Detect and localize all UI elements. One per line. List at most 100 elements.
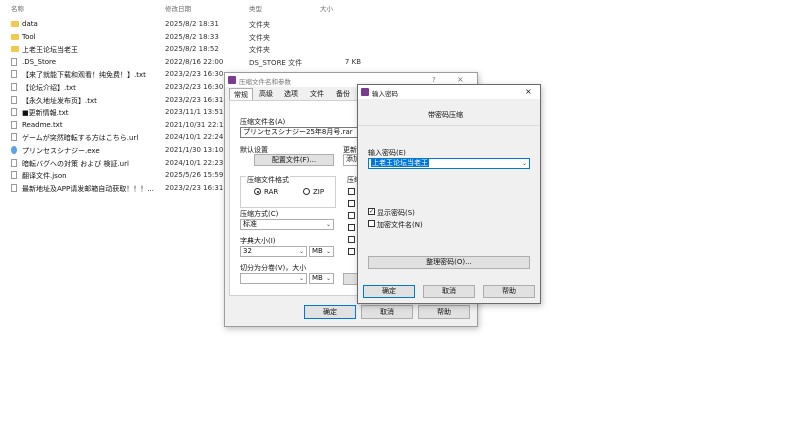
text-file-icon xyxy=(11,120,17,129)
text-file-icon xyxy=(11,95,17,104)
format-zip-radio[interactable] xyxy=(303,188,310,195)
file-name: Readme.txt xyxy=(22,120,63,129)
archive-name-input[interactable]: プリンセスシナジー25年8月号.rar xyxy=(240,127,360,138)
file-name: 上老王论坛当老王 xyxy=(22,46,78,55)
file-row[interactable]: 上老王论坛当老王 2025/8/2 18:52 文件夹 xyxy=(0,43,800,55)
tab-advanced[interactable]: 高级 xyxy=(255,88,277,100)
file-type: DS_STORE 文件 xyxy=(249,58,303,67)
file-row[interactable]: Tool 2025/8/2 18:33 文件夹 xyxy=(0,31,800,43)
dict-unit-select[interactable]: MB ⌄ xyxy=(309,246,334,257)
close-icon[interactable]: × xyxy=(525,87,532,96)
column-header-date[interactable]: 修改日期 xyxy=(165,3,191,13)
file-name: .DS_Store xyxy=(22,57,57,66)
format-zip-label[interactable]: ZIP xyxy=(313,188,324,196)
dict-select[interactable]: 32 ⌄ xyxy=(240,246,307,257)
password-dialog-titlebar[interactable]: 输入密码 × xyxy=(358,85,540,99)
file-row[interactable]: data 2025/8/2 18:31 文件夹 xyxy=(0,18,800,30)
divider xyxy=(358,125,540,126)
split-select[interactable]: ⌄ xyxy=(240,273,307,284)
encrypt-names-checkbox[interactable] xyxy=(368,220,375,227)
archive-cancel-button[interactable]: 取消 xyxy=(361,305,413,319)
archive-help-button[interactable]: 帮助 xyxy=(418,305,470,319)
column-header-size[interactable]: 大小 xyxy=(320,3,333,13)
show-password-checkbox[interactable]: ✓ xyxy=(368,208,375,215)
file-name: 【永久地址发布页】.txt xyxy=(22,96,97,105)
option-checkbox-1[interactable] xyxy=(348,188,355,195)
help-icon[interactable]: ? xyxy=(432,76,436,84)
file-date: 2024/10/1 22:23 xyxy=(165,158,224,167)
method-select[interactable]: 标准 ⌄ xyxy=(240,219,334,230)
password-ok-button[interactable]: 确定 xyxy=(363,285,415,298)
format-rar-radio[interactable] xyxy=(254,188,261,195)
option-checkbox-6[interactable] xyxy=(348,248,355,255)
close-icon[interactable]: × xyxy=(457,75,464,84)
format-rar-label[interactable]: RAR xyxy=(264,188,278,196)
dict-label: 字典大小(I) xyxy=(240,237,276,245)
file-name: ゲームが突然暗転する方はこちら.url xyxy=(22,134,139,143)
password-input[interactable]: 上老王论坛当老王 ⌄ xyxy=(368,158,530,169)
chevron-down-icon: ⌄ xyxy=(325,275,331,282)
dict-unit-value: MB xyxy=(312,247,323,255)
file-date: 2023/2/23 16:30 xyxy=(165,70,224,79)
file-size: 7 KB xyxy=(344,57,361,66)
password-help-button[interactable]: 帮助 xyxy=(483,285,535,298)
dict-value: 32 xyxy=(243,247,252,255)
file-date: 2023/2/23 16:30 xyxy=(165,83,224,91)
json-file-icon xyxy=(11,171,17,180)
chevron-down-icon: ⌄ xyxy=(298,248,304,255)
tab-options[interactable]: 选项 xyxy=(280,88,302,100)
chevron-down-icon: ⌄ xyxy=(521,160,527,167)
archive-dialog-title: 压缩文件名和参数 xyxy=(239,78,291,86)
option-checkbox-5[interactable] xyxy=(348,236,355,243)
folder-icon xyxy=(11,21,19,27)
file-name: Tool xyxy=(22,32,36,41)
option-checkbox-3[interactable] xyxy=(348,212,355,219)
file-date: 2025/8/2 18:31 xyxy=(165,20,219,28)
chevron-down-icon: ⌄ xyxy=(298,275,304,282)
file-name: 最新地址及APP请发邮箱自动获取！！！... xyxy=(22,184,154,193)
file-date: 2023/2/23 16:31 xyxy=(165,95,224,104)
tab-general[interactable]: 常规 xyxy=(229,88,253,100)
file-name: data xyxy=(22,20,38,28)
split-unit-select[interactable]: MB ⌄ xyxy=(309,273,334,284)
archive-name-label: 压缩文件名(A) xyxy=(240,118,286,126)
app-icon xyxy=(11,146,17,154)
method-value: 标准 xyxy=(243,220,257,228)
format-group-label: 压缩文件格式 xyxy=(246,175,290,185)
option-checkbox-2[interactable] xyxy=(348,200,355,207)
text-file-icon xyxy=(11,108,17,117)
split-label: 切分为分卷(V)，大小 xyxy=(240,264,307,272)
url-file-icon xyxy=(11,158,17,167)
config-button[interactable]: 配置文件(F)... xyxy=(254,154,334,166)
option-checkbox-4[interactable] xyxy=(348,224,355,231)
file-name: 【论坛介绍】.txt xyxy=(22,84,76,92)
column-header-name[interactable]: 名称 xyxy=(11,3,24,13)
file-name: 【来了就能下载和观看！纯免费！】.txt xyxy=(22,71,146,80)
show-password-label[interactable]: 显示密码(S) xyxy=(377,208,415,218)
folder-icon xyxy=(11,33,19,40)
file-date: 2022/8/16 22:00 xyxy=(165,57,224,66)
explorer-header: 名称 修改日期 类型 大小 xyxy=(0,0,800,14)
file-date: 2025/8/2 18:33 xyxy=(165,32,219,41)
password-dialog-title: 输入密码 xyxy=(372,90,398,98)
encrypt-names-label[interactable]: 加密文件名(N) xyxy=(377,220,423,230)
tab-backup[interactable]: 备份 xyxy=(332,88,354,100)
text-file-icon xyxy=(11,83,17,91)
archive-ok-button[interactable]: 确定 xyxy=(304,305,356,319)
file-date: 2021/1/30 13:10 xyxy=(165,146,224,154)
organize-passwords-button[interactable]: 整理密码(O)... xyxy=(368,256,530,269)
file-name: 暗転バグへの対策 および 検証.url xyxy=(22,159,129,168)
tab-files[interactable]: 文件 xyxy=(306,88,328,100)
file-date: 2023/11/1 13:51 xyxy=(165,108,224,117)
text-file-icon xyxy=(11,183,17,192)
file-name: プリンセスシナジー.exe xyxy=(22,147,100,155)
file-icon xyxy=(11,57,17,66)
file-date: 2023/2/23 16:31 xyxy=(165,183,224,192)
password-cancel-button[interactable]: 取消 xyxy=(423,285,475,298)
text-file-icon xyxy=(11,70,17,79)
column-header-type[interactable]: 类型 xyxy=(249,3,262,13)
url-file-icon xyxy=(11,133,17,142)
file-row[interactable]: .DS_Store 2022/8/16 22:00 DS_STORE 文件 7 KB xyxy=(0,56,800,68)
chevron-down-icon: ⌄ xyxy=(325,221,331,228)
file-name: ■更新情報.txt xyxy=(22,109,69,118)
